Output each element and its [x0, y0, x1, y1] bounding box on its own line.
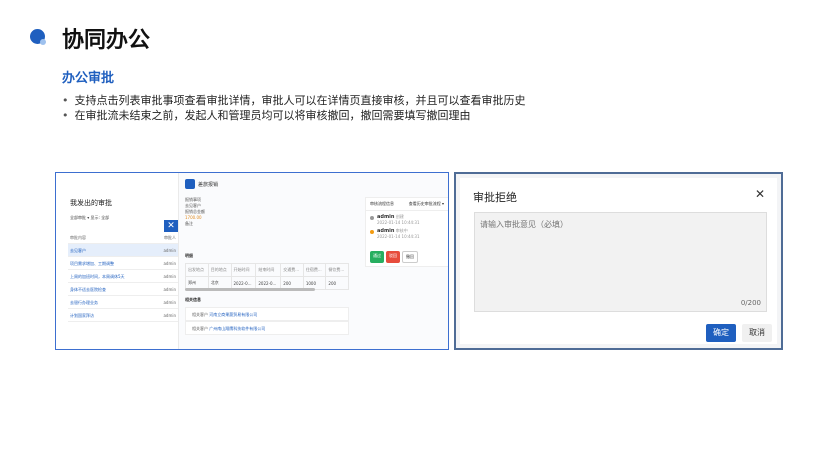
list-header: 审批内容 审批人: [68, 231, 178, 244]
withdraw-button[interactable]: 撤回: [402, 251, 418, 263]
reject-dialog: 审批拒绝 ✕ 0/200 确定 取消: [460, 178, 777, 344]
detail-title: 差旅报销: [198, 182, 219, 188]
history-item: admin 创建 2022-01-14 10:44:31: [366, 211, 448, 225]
approval-list: 审批内容 审批人 去见客户 admin 项目需求增加、工期调整 admin 上周的加班…: [68, 231, 178, 322]
related-customer-row[interactable]: 相关客户 广州南山翔鹰科技软件有限公司: [185, 321, 349, 335]
title-dot-icon: [30, 29, 46, 45]
confirm-button[interactable]: 确定: [706, 324, 736, 342]
approval-history-panel: 审核流程信息 查看历史审批流程 ▾ admin 创建 2022-01-14 10…: [365, 197, 448, 267]
section-title: 办公审批: [62, 71, 115, 86]
dialog-title: 审批拒绝: [473, 191, 517, 204]
history-link[interactable]: 查看历史审批流程 ▾: [409, 201, 444, 207]
approval-detail-panel: 差旅报销 报销事项 去见客户 报销总金额 1700.00 备注 明细 出发地点目…: [178, 173, 448, 349]
related-customer-row[interactable]: 相关客户 河南立商果蔬贸易有限公司: [185, 307, 349, 321]
reject-button[interactable]: 驳回: [386, 251, 400, 263]
char-counter: 0/200: [740, 299, 761, 307]
table-scrollbar[interactable]: [185, 288, 315, 291]
history-item: admin 审核中 2022-01-14 10:44:31: [366, 225, 448, 239]
list-item[interactable]: 计划国家拜访 admin: [68, 309, 178, 322]
list-item[interactable]: 去见客户 admin: [68, 244, 178, 257]
detail-section-label: 明细: [185, 253, 193, 258]
table-header: 出发地点 目的地点 开始时间 结束时间 交通费... 住宿费... 餐饮费...: [185, 263, 349, 277]
approval-list-screenshot: 我发出的审批 全部审批 ▾ 显示: 全部 ✕ 审批内容 审批人 去见客户 admin…: [55, 172, 449, 350]
approval-filter[interactable]: 全部审批 ▾ 显示: 全部: [70, 215, 109, 221]
detail-info: 报销事项 去见客户 报销总金额 1700.00 备注: [185, 197, 205, 226]
approve-button[interactable]: 通过: [370, 251, 384, 263]
sent-approvals-panel: 我发出的审批 全部审批 ▾ 显示: 全部 ✕ 审批内容 审批人 去见客户 admin…: [56, 173, 178, 349]
list-item[interactable]: 项目需求增加、工期调整 admin: [68, 257, 178, 270]
bullet-item: 在审批流未结束之前，发起人和管理员均可以将审核撤回，撤回需要填写撤回理由: [62, 108, 526, 123]
cancel-button[interactable]: 取消: [742, 324, 772, 342]
bullet-list: 支持点击列表审批事项查看审批详情，审批人可以在详情页直接审核，并且可以查看审批历…: [62, 93, 526, 123]
list-item[interactable]: 去银行办理业务 admin: [68, 296, 178, 309]
bullet-item: 支持点击列表审批事项查看审批详情，审批人可以在详情页直接审核，并且可以查看审批历…: [62, 93, 526, 108]
reject-reason-input[interactable]: [474, 212, 767, 312]
list-item[interactable]: 上周的加班时间，本周调休5天 admin: [68, 270, 178, 283]
reject-dialog-screenshot: 审批拒绝 ✕ 0/200 确定 取消: [454, 172, 783, 350]
close-icon[interactable]: ✕: [755, 187, 765, 201]
document-icon: [185, 179, 195, 189]
sent-approvals-title: 我发出的审批: [70, 199, 112, 207]
expense-table: 出发地点 目的地点 开始时间 结束时间 交通费... 住宿费... 餐饮费... 郑州 北京 2…: [185, 263, 349, 290]
list-item[interactable]: 身体不适去医院检查 admin: [68, 283, 178, 296]
page-title: 协同办公: [62, 28, 151, 53]
history-title: 审核流程信息: [370, 201, 394, 206]
attach-section-label: 相关信息: [185, 297, 201, 302]
